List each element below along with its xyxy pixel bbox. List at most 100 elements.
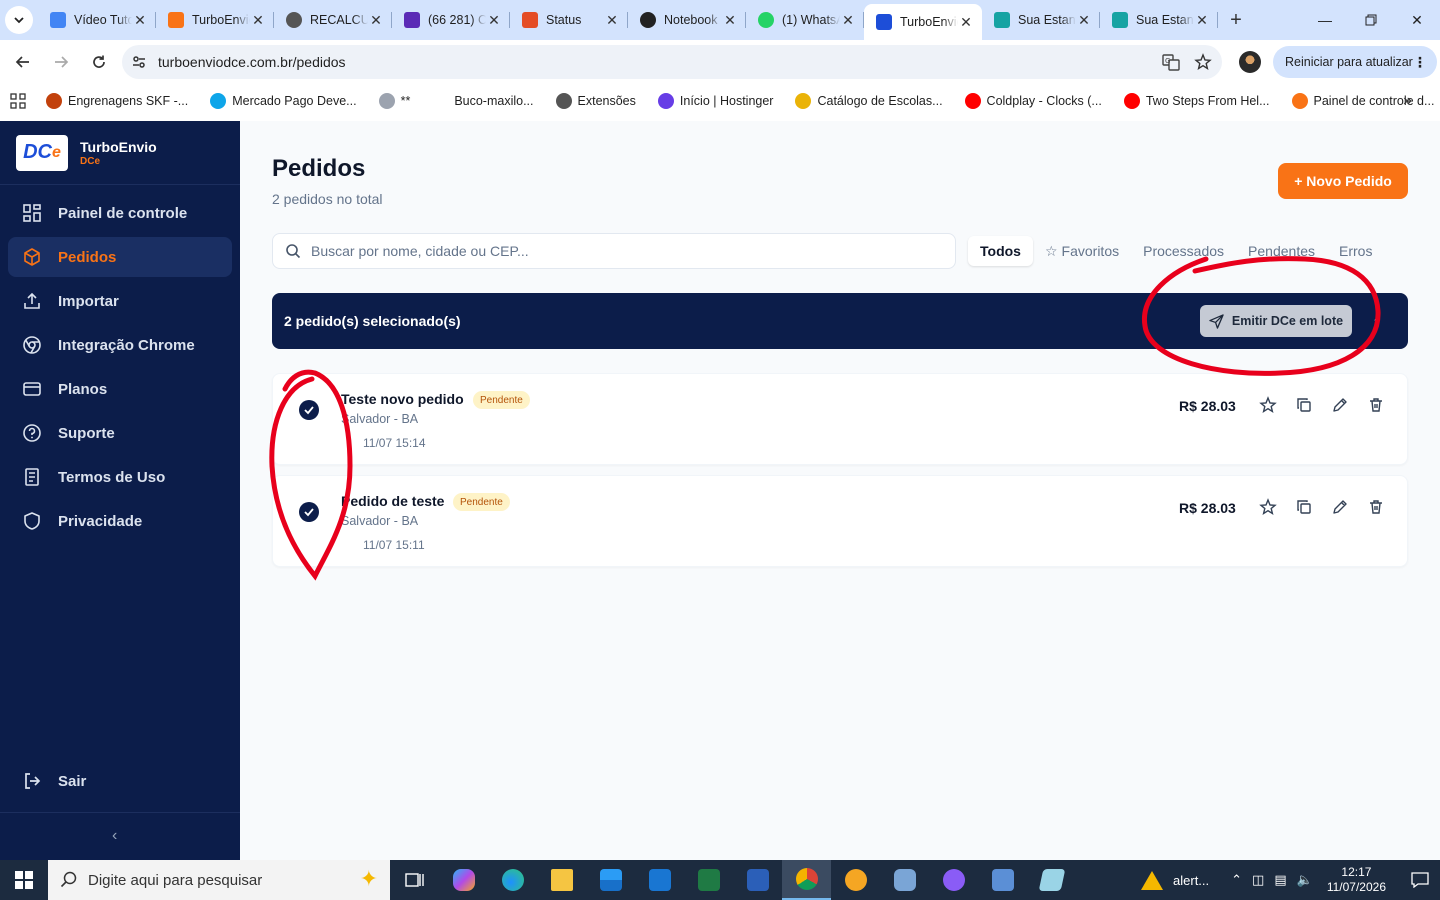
- favorite-star-icon[interactable]: [1259, 396, 1277, 414]
- sidebar-item-pedidos[interactable]: Pedidos: [8, 237, 232, 277]
- restore-button[interactable]: [1348, 0, 1394, 40]
- sidebar-item-importar[interactable]: Importar: [8, 281, 232, 321]
- browser-tab[interactable]: RECALCULAR✕: [274, 0, 392, 40]
- clock[interactable]: 12:17 11/07/2026: [1327, 865, 1386, 895]
- taskbar-search[interactable]: Digite aqui para pesquisar ✦: [48, 860, 390, 900]
- volume-icon[interactable]: 🔈: [1297, 872, 1313, 888]
- bookmark-item[interactable]: Buco-maxilo...: [432, 93, 534, 109]
- omnibox[interactable]: turboenviodce.com.br/pedidos G: [122, 45, 1222, 79]
- bookmarks-overflow-icon[interactable]: »: [1403, 92, 1412, 110]
- bookmark-star-icon[interactable]: [1194, 53, 1212, 71]
- task-view-icon[interactable]: [390, 860, 439, 900]
- bookmark-item[interactable]: Painel de controle d...: [1291, 93, 1434, 109]
- word-icon[interactable]: [733, 860, 782, 900]
- bookmark-item[interactable]: Catálogo de Escolas...: [795, 93, 943, 109]
- browser-tab[interactable]: Sua Estante✕: [1100, 0, 1218, 40]
- update-button[interactable]: Reiniciar para atualizar ⋮: [1273, 46, 1437, 78]
- bookmark-item[interactable]: Extensões: [555, 93, 636, 109]
- notifications-icon[interactable]: [1400, 872, 1440, 888]
- close-tab-icon[interactable]: ✕: [486, 12, 502, 28]
- close-tab-icon[interactable]: ✕: [1076, 12, 1092, 28]
- filter-tab-erros[interactable]: Erros: [1327, 236, 1384, 266]
- browser-tab[interactable]: Status ✕: [510, 0, 628, 40]
- edit-pencil-icon[interactable]: [1331, 396, 1349, 414]
- forward-button[interactable]: [42, 45, 80, 79]
- edge-icon[interactable]: [488, 860, 537, 900]
- bookmark-item[interactable]: Two Steps From Hel...: [1123, 93, 1270, 109]
- delete-trash-icon[interactable]: [1367, 498, 1385, 516]
- store-icon[interactable]: [586, 860, 635, 900]
- reload-button[interactable]: [80, 45, 118, 79]
- alert-app[interactable]: alert...: [1141, 870, 1209, 890]
- logout-item[interactable]: Sair: [8, 761, 232, 805]
- order-row[interactable]: Teste novo pedido Pendente Salvador - BA 11…: [272, 373, 1408, 465]
- browser-tab[interactable]: Sua Estante✕: [982, 0, 1100, 40]
- new-tab-button[interactable]: +: [1218, 0, 1254, 40]
- chrome-taskbar-icon[interactable]: [782, 860, 831, 900]
- brave-icon[interactable]: [831, 860, 880, 900]
- search-input[interactable]: [311, 243, 911, 259]
- copilot-icon[interactable]: [439, 860, 488, 900]
- notes-icon[interactable]: [1027, 860, 1076, 900]
- duplicate-icon[interactable]: [1295, 498, 1313, 516]
- edit-pencil-icon[interactable]: [1331, 498, 1349, 516]
- filter-tab-pendentes[interactable]: Pendentes: [1236, 236, 1327, 266]
- browser-tab[interactable]: TurboEnvio ✕: [156, 0, 274, 40]
- battery-icon[interactable]: ◫: [1252, 872, 1264, 888]
- sidebar-item-integracao-chrome[interactable]: Integração Chrome: [8, 325, 232, 365]
- minimize-button[interactable]: —: [1302, 0, 1348, 40]
- sidebar-item-sair[interactable]: Sair: [8, 761, 232, 801]
- translate-icon[interactable]: G: [1162, 53, 1180, 71]
- close-tab-icon[interactable]: ✕: [840, 12, 856, 28]
- start-button[interactable]: [0, 860, 48, 900]
- bookmark-item[interactable]: Mercado Pago Deve...: [210, 93, 357, 109]
- chevron-up-icon[interactable]: ⌃: [1231, 872, 1242, 888]
- github-icon[interactable]: [929, 860, 978, 900]
- sidebar-item-suporte[interactable]: Suporte: [8, 413, 232, 453]
- filter-tab-todos[interactable]: Todos: [968, 236, 1033, 266]
- apps-grid-icon[interactable]: [10, 93, 26, 109]
- sidebar-item-painel-de-controle[interactable]: Painel de controle: [8, 193, 232, 233]
- bookmark-item[interactable]: Engrenagens SKF -...: [46, 93, 188, 109]
- sidebar-item-privacidade[interactable]: Privacidade: [8, 501, 232, 541]
- order-select-checkbox[interactable]: [299, 502, 319, 522]
- bookmark-item[interactable]: Coldplay - Clocks (...: [964, 93, 1102, 109]
- browser-tab[interactable]: (1) WhatsApp✕: [746, 0, 864, 40]
- order-row[interactable]: Pedido de teste Pendente Salvador - BA 11/0…: [272, 475, 1408, 567]
- browser-tab[interactable]: Vídeo Tutorial✕: [38, 0, 156, 40]
- clear-selection-icon[interactable]: ‹: [1374, 311, 1379, 328]
- order-select-checkbox[interactable]: [299, 400, 319, 420]
- outlook-icon[interactable]: [635, 860, 684, 900]
- batch-issue-button[interactable]: Emitir DCe em lote: [1200, 305, 1352, 337]
- bookmark-item[interactable]: **: [378, 93, 410, 109]
- bookmark-item[interactable]: Início | Hostinger: [657, 93, 773, 109]
- collapse-sidebar-icon[interactable]: ‹: [112, 827, 117, 845]
- back-button[interactable]: [4, 45, 42, 79]
- browser-tab[interactable]: TurboEnvio ✕: [864, 4, 982, 40]
- filter-tab-favoritos[interactable]: ☆ Favoritos: [1033, 236, 1131, 266]
- close-tab-icon[interactable]: ✕: [604, 12, 620, 28]
- profile-avatar[interactable]: [1239, 51, 1261, 73]
- network-icon[interactable]: ▤: [1274, 872, 1286, 888]
- url-text[interactable]: turboenviodce.com.br/pedidos: [158, 54, 346, 70]
- filter-tab-processados[interactable]: Processados: [1131, 236, 1236, 266]
- more-menu-icon[interactable]: ⋮: [1413, 54, 1427, 71]
- calculator-icon[interactable]: [978, 860, 1027, 900]
- favorite-star-icon[interactable]: [1259, 498, 1277, 516]
- site-settings-icon[interactable]: [122, 54, 156, 70]
- file-explorer-icon[interactable]: [537, 860, 586, 900]
- browser-tab[interactable]: Notebook ✕: [628, 0, 746, 40]
- duplicate-icon[interactable]: [1295, 396, 1313, 414]
- new-order-button[interactable]: + Novo Pedido: [1278, 163, 1408, 199]
- sidebar-item-planos[interactable]: Planos: [8, 369, 232, 409]
- close-tab-icon[interactable]: ✕: [132, 12, 148, 28]
- sidebar-item-termos-de-uso[interactable]: Termos de Uso: [8, 457, 232, 497]
- close-window-button[interactable]: ✕: [1394, 0, 1440, 40]
- brand[interactable]: DC e TurboEnvio DCe: [0, 121, 240, 185]
- browser-tab[interactable]: (66 281) Caixa✕: [392, 0, 510, 40]
- security-app-icon[interactable]: [880, 860, 929, 900]
- close-tab-icon[interactable]: ✕: [250, 12, 266, 28]
- close-tab-icon[interactable]: ✕: [958, 14, 974, 30]
- delete-trash-icon[interactable]: [1367, 396, 1385, 414]
- close-tab-icon[interactable]: ✕: [368, 12, 384, 28]
